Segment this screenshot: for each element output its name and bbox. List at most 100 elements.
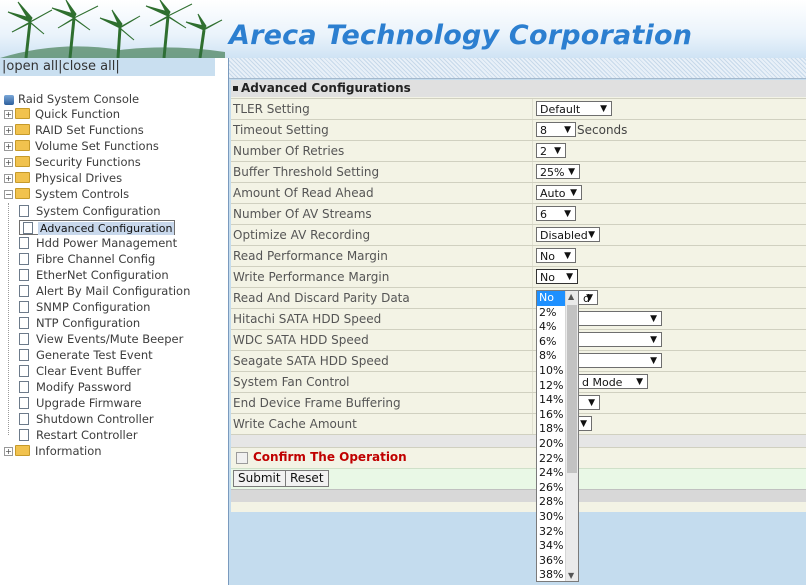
- buffer-threshold-select[interactable]: 25% ▼: [536, 164, 580, 179]
- dropdown-option[interactable]: 12%: [537, 379, 567, 394]
- folder-icon: [15, 124, 30, 135]
- folder-security-functions[interactable]: + Security Functions: [4, 155, 143, 171]
- optimize-av-select[interactable]: Disabled ▼: [536, 227, 600, 242]
- chevron-down-icon: ▼: [570, 188, 577, 198]
- dropdown-option[interactable]: No: [537, 291, 567, 306]
- dropdown-option[interactable]: 6%: [537, 335, 567, 350]
- dropdown-option[interactable]: 2%: [537, 306, 567, 321]
- tree-item-advanced-configuration[interactable]: Advanced Configuration: [19, 220, 176, 235]
- row-divider: [532, 204, 533, 224]
- tree-item-restart-controller[interactable]: Restart Controller: [19, 428, 140, 444]
- dropdown-option[interactable]: 4%: [537, 320, 567, 335]
- tree-item-system-configuration[interactable]: System Configuration: [19, 204, 163, 220]
- collapse-icon[interactable]: −: [4, 190, 13, 199]
- row-read-discard-parity: Read And Discard Parity Data d ▼: [231, 287, 806, 308]
- folder-raid-set-functions[interactable]: + RAID Set Functions: [4, 123, 146, 139]
- open-all-link[interactable]: open all: [6, 59, 58, 74]
- tree-root-node[interactable]: Raid System Console: [4, 92, 141, 108]
- content-panel: Advanced Configurations TLER Setting Defa…: [229, 58, 806, 585]
- dropdown-option[interactable]: 14%: [537, 393, 567, 408]
- row-wdc-speed: WDC SATA HDD Speed ▼: [231, 329, 806, 350]
- dropdown-scrollbar[interactable]: ▲ ▼: [565, 291, 578, 581]
- row-divider: [532, 309, 533, 329]
- dropdown-option[interactable]: 16%: [537, 408, 567, 423]
- expand-icon[interactable]: +: [4, 447, 13, 456]
- reset-button[interactable]: Reset: [285, 470, 329, 487]
- row-divider: [532, 351, 533, 371]
- tree-item-shutdown-controller[interactable]: Shutdown Controller: [19, 412, 156, 428]
- button-row: Submit Reset: [231, 468, 806, 489]
- submit-button[interactable]: Submit: [233, 470, 286, 487]
- tree-item-modify-password[interactable]: Modify Password: [19, 380, 133, 396]
- read-margin-select[interactable]: No ▼: [536, 248, 576, 263]
- write-margin-dropdown-list[interactable]: No 2% 4% 6% 8% 10% 12% 14% 16% 18% 20% 22% 24% 26% 28%…: [536, 290, 579, 582]
- tree-item-view-events[interactable]: View Events/Mute Beeper: [19, 332, 185, 348]
- chevron-down-icon: ▼: [564, 125, 571, 135]
- folder-physical-drives[interactable]: + Physical Drives: [4, 171, 124, 187]
- expand-icon[interactable]: +: [4, 142, 13, 151]
- document-icon: [19, 284, 29, 297]
- tree-item-upgrade-firmware[interactable]: Upgrade Firmware: [19, 396, 144, 412]
- chevron-down-icon: ▼: [566, 272, 573, 282]
- av-streams-select[interactable]: 6 ▼: [536, 206, 576, 221]
- dropdown-option[interactable]: 8%: [537, 349, 567, 364]
- tree-item-fibre-channel-config[interactable]: Fibre Channel Config: [19, 252, 157, 268]
- dropdown-option[interactable]: 36%: [537, 554, 567, 569]
- spacer-row: [231, 434, 806, 447]
- write-margin-select[interactable]: No ▼: [536, 269, 578, 284]
- dropdown-option[interactable]: 10%: [537, 364, 567, 379]
- dropdown-option[interactable]: 22%: [537, 452, 567, 467]
- tree-item-snmp-configuration[interactable]: SNMP Configuration: [19, 300, 152, 316]
- confirm-checkbox[interactable]: [236, 452, 248, 464]
- dropdown-option[interactable]: 24%: [537, 466, 567, 481]
- timeout-select[interactable]: 8 ▼: [536, 122, 576, 137]
- scrollbar-thumb[interactable]: [567, 305, 577, 473]
- row-number-of-retries: Number Of Retries 2 ▼: [231, 140, 806, 161]
- retries-select[interactable]: 2 ▼: [536, 143, 566, 158]
- dropdown-option[interactable]: 30%: [537, 510, 567, 525]
- dropdown-option[interactable]: 26%: [537, 481, 567, 496]
- expand-icon[interactable]: +: [4, 110, 13, 119]
- chevron-down-icon: ▼: [554, 146, 561, 156]
- folder-volume-set-functions[interactable]: + Volume Set Functions: [4, 139, 161, 155]
- row-divider: [532, 267, 533, 287]
- read-ahead-select[interactable]: Auto ▼: [536, 185, 582, 200]
- tree-item-clear-event-buffer[interactable]: Clear Event Buffer: [19, 364, 143, 380]
- dropdown-option[interactable]: 38%: [537, 568, 567, 581]
- scroll-up-icon[interactable]: ▲: [568, 292, 574, 301]
- tree-item-generate-test-event[interactable]: Generate Test Event: [19, 348, 155, 364]
- chevron-down-icon: ▼: [650, 314, 657, 324]
- tree-item-ntp-configuration[interactable]: NTP Configuration: [19, 316, 142, 332]
- document-icon: [19, 316, 29, 329]
- dropdown-option[interactable]: 34%: [537, 539, 567, 554]
- tree-item-ethernet-configuration[interactable]: EtherNet Configuration: [19, 268, 171, 284]
- expand-icon[interactable]: +: [4, 126, 13, 135]
- dropdown-option[interactable]: 18%: [537, 422, 567, 437]
- chevron-down-icon: ▼: [564, 209, 571, 219]
- row-divider: [532, 141, 533, 161]
- row-divider: [532, 120, 533, 140]
- row-divider: [532, 246, 533, 266]
- tree-item-alert-by-mail[interactable]: Alert By Mail Configuration: [19, 284, 192, 300]
- expand-icon[interactable]: +: [4, 174, 13, 183]
- dropdown-option[interactable]: 20%: [537, 437, 567, 452]
- dropdown-option[interactable]: 32%: [537, 525, 567, 540]
- folder-system-controls[interactable]: − System Controls: [4, 187, 131, 203]
- folder-icon: [15, 156, 30, 167]
- header-banner: Areca Technology Corporation: [0, 0, 806, 58]
- expand-icon[interactable]: +: [4, 158, 13, 167]
- chevron-down-icon: ▼: [588, 398, 595, 408]
- scroll-down-icon[interactable]: ▼: [568, 571, 574, 580]
- row-divider: [532, 225, 533, 245]
- chevron-down-icon: ▼: [588, 230, 595, 240]
- close-all-link[interactable]: close all: [63, 59, 116, 74]
- folder-quick-function[interactable]: + Quick Function: [4, 107, 122, 123]
- document-icon: [19, 348, 29, 361]
- folder-information[interactable]: + Information: [4, 444, 104, 460]
- row-av-streams: Number Of AV Streams 6 ▼: [231, 203, 806, 224]
- dropdown-option[interactable]: 28%: [537, 495, 567, 510]
- chevron-down-icon: ▼: [650, 356, 657, 366]
- tler-select[interactable]: Default ▼: [536, 101, 612, 116]
- tree-item-hdd-power-management[interactable]: Hdd Power Management: [19, 236, 179, 252]
- bottom-strip: [231, 489, 806, 502]
